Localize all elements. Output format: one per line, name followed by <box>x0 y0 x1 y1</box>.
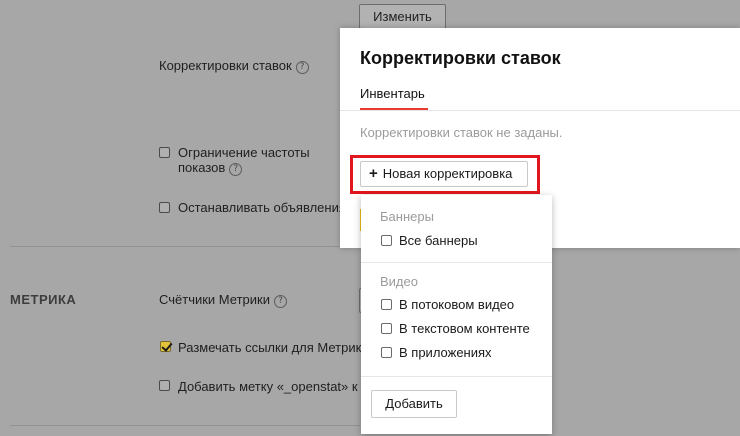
bid-adjustments-text: Корректировки ставок <box>159 58 292 73</box>
tab-inventory[interactable]: Инвентарь <box>360 86 425 101</box>
option-in-apps[interactable]: В приложениях <box>381 345 492 361</box>
metrika-counters-text: Счётчики Метрики <box>159 292 270 307</box>
option-label: В текстовом контенте <box>399 321 530 336</box>
stop-ads-checkbox[interactable] <box>159 202 170 213</box>
inventory-dropdown: Баннеры Все баннеры Видео В потоковом ви… <box>361 195 552 434</box>
group-divider <box>361 262 552 263</box>
frequency-cap-label: Ограничение частоты показов? <box>178 145 310 176</box>
group-divider <box>361 376 552 377</box>
add-button[interactable]: Добавить <box>371 390 457 418</box>
frequency-cap-line1: Ограничение частоты <box>178 145 310 160</box>
highlight-frame <box>350 155 540 194</box>
modal-title: Корректировки ставок <box>360 48 561 68</box>
checkbox-icon[interactable] <box>381 235 392 246</box>
metrika-counters-label: Счётчики Метрики? <box>159 292 287 308</box>
group-label-video: Видео <box>380 274 418 289</box>
section-divider <box>10 425 360 426</box>
option-instream-video[interactable]: В потоковом видео <box>381 297 514 313</box>
option-label: В приложениях <box>399 345 492 360</box>
checkbox-icon[interactable] <box>381 323 392 334</box>
openstat-label: Добавить метку «_openstat» к <box>178 379 358 394</box>
stop-ads-label: Останавливать объявления <box>178 200 346 215</box>
option-all-banners[interactable]: Все баннеры <box>381 233 478 249</box>
option-label: В потоковом видео <box>399 297 515 312</box>
help-icon[interactable]: ? <box>229 163 243 176</box>
frequency-cap-line2: показов <box>178 160 226 175</box>
checkbox-icon[interactable] <box>381 299 392 310</box>
section-divider <box>10 246 340 247</box>
change-button[interactable]: Изменить <box>359 4 446 29</box>
mark-links-label: Размечать ссылки для Метрики <box>178 340 369 355</box>
help-icon[interactable]: ? <box>273 295 287 308</box>
frequency-cap-checkbox[interactable] <box>159 147 170 158</box>
mark-links-checkbox[interactable] <box>160 341 171 352</box>
openstat-checkbox[interactable] <box>159 380 170 391</box>
metrika-section-title: МЕТРИКА <box>10 292 77 307</box>
bid-adjustments-label: Корректировки ставок? <box>159 58 309 74</box>
help-icon[interactable]: ? <box>295 61 309 74</box>
tab-bar-divider <box>340 110 740 111</box>
option-text-content[interactable]: В текстовом контенте <box>381 321 530 337</box>
group-label-banners: Баннеры <box>380 209 434 224</box>
empty-state-text: Корректировки ставок не заданы. <box>360 125 563 140</box>
option-label: Все баннеры <box>399 233 478 248</box>
checkbox-icon[interactable] <box>381 347 392 358</box>
